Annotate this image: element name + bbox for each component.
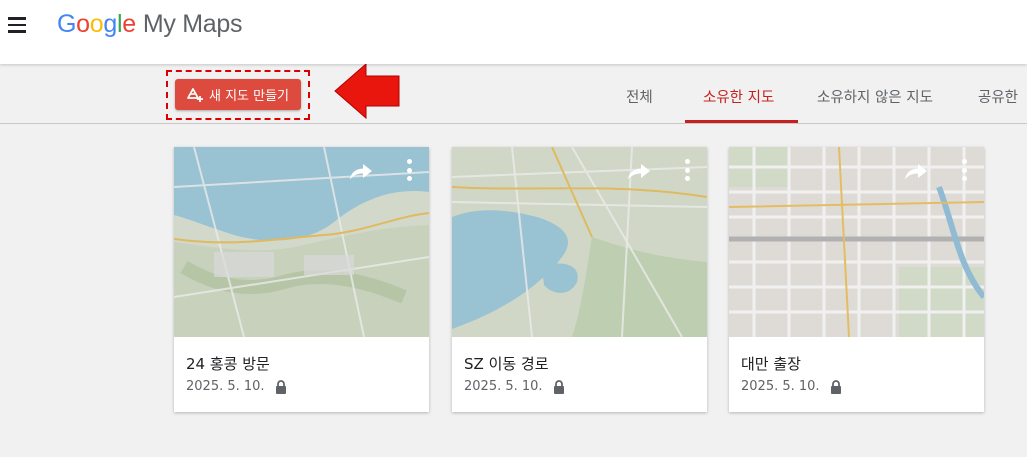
lock-icon: [553, 379, 564, 394]
product-name: My Maps: [142, 10, 243, 38]
tab-not-owned[interactable]: 소유하지 않은 지도: [817, 86, 933, 107]
app-logo[interactable]: Google My Maps: [57, 10, 242, 39]
tab-owned[interactable]: 소유한 지도: [703, 86, 774, 107]
map-title: 24 홍콩 방문: [186, 355, 270, 373]
map-meta: 2025. 5. 10.: [741, 379, 842, 394]
lock-icon: [275, 379, 286, 394]
menu-icon[interactable]: [8, 14, 30, 36]
more-options-icon[interactable]: [962, 159, 968, 181]
map-date: 2025. 5. 10.: [464, 379, 543, 394]
logo-letter: o: [89, 10, 104, 38]
app-bar: Google My Maps: [0, 0, 1027, 64]
lock-icon: [830, 379, 841, 394]
map-card[interactable]: 대만 출장 2025. 5. 10.: [729, 147, 984, 412]
create-highlight-box: 새 지도 만들기: [166, 70, 310, 120]
create-map-label: 새 지도 만들기: [208, 89, 290, 104]
map-meta: 2025. 5. 10.: [464, 379, 565, 394]
logo-letter: e: [122, 10, 136, 38]
map-card[interactable]: SZ 이동 경로 2025. 5. 10.: [452, 147, 707, 412]
share-icon[interactable]: [627, 161, 651, 181]
map-thumbnail: [174, 147, 429, 337]
map-card[interactable]: 24 홍콩 방문 2025. 5. 10.: [174, 147, 429, 412]
active-tab-indicator: [685, 120, 798, 123]
more-options-icon[interactable]: [407, 159, 413, 181]
logo-letter: g: [103, 10, 117, 38]
map-date: 2025. 5. 10.: [186, 379, 265, 394]
logo-letter: G: [57, 10, 77, 38]
tab-shared[interactable]: 공유한: [978, 86, 1018, 107]
share-icon[interactable]: [349, 161, 373, 181]
map-title: SZ 이동 경로: [464, 355, 549, 373]
map-meta: 2025. 5. 10.: [186, 379, 287, 394]
map-title: 대만 출장: [741, 355, 801, 373]
create-map-button[interactable]: 새 지도 만들기: [175, 79, 301, 110]
more-options-icon[interactable]: [685, 159, 691, 181]
red-arrow-annotation: [334, 64, 400, 120]
tab-all[interactable]: 전체: [626, 86, 653, 107]
map-date: 2025. 5. 10.: [741, 379, 820, 394]
logo-letter: o: [76, 10, 90, 38]
share-icon[interactable]: [904, 161, 928, 181]
add-map-icon: [187, 87, 203, 102]
map-thumbnail: [452, 147, 707, 337]
map-thumbnail: [729, 147, 984, 337]
